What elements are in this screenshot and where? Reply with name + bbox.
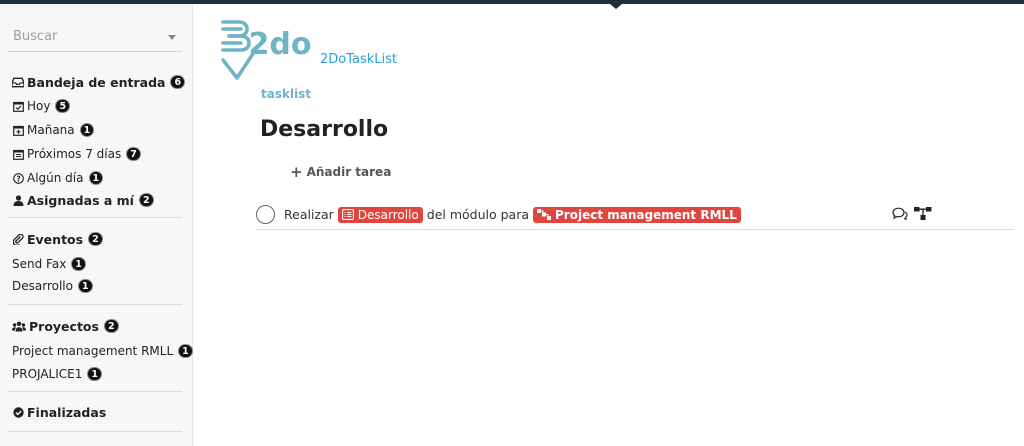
app-logo[interactable]: 2do tasklist	[220, 18, 312, 102]
count-badge: 1	[178, 344, 193, 358]
list-icon	[341, 209, 354, 220]
event-tag[interactable]: Desarrollo	[337, 206, 423, 223]
logo-mark-2: 2do	[249, 27, 312, 62]
count-badge: 1	[79, 123, 95, 137]
sidebar-item-someday[interactable]: ? Algún día 1	[12, 169, 104, 187]
search-input[interactable]	[13, 29, 163, 44]
plus-icon: +	[290, 163, 303, 181]
task-row[interactable]: Realizar Desarrollo del módulo para Proj…	[255, 200, 1014, 230]
chevron-down-icon[interactable]	[168, 35, 176, 40]
calendar-icon	[12, 148, 24, 160]
question-circle-icon: ?	[12, 172, 24, 184]
project-tag-label: Project management RMLL	[555, 207, 737, 222]
sidebar-item-label: Send Fax	[12, 257, 67, 271]
page-title: Desarrollo	[260, 117, 389, 142]
sidebar-item-inbox[interactable]: Bandeja de entrada 6	[12, 73, 186, 91]
sitemap-icon	[537, 209, 552, 220]
sidebar-item-tomorrow[interactable]: Mañana 1	[12, 121, 95, 139]
sidebar-item-label: Próximos 7 días	[27, 147, 122, 161]
count-badge: 5	[55, 99, 71, 113]
add-task-label: Añadir tarea	[306, 165, 392, 179]
sidebar-item-event-desarrollo[interactable]: Desarrollo 1	[12, 277, 93, 295]
task-complete-checkbox[interactable]	[256, 205, 275, 224]
calendar-check-icon	[12, 100, 24, 112]
top-bar-notch	[610, 4, 622, 9]
count-badge: 1	[77, 279, 93, 293]
sidebar-item-label: Eventos	[27, 231, 84, 247]
event-tag-label: Desarrollo	[357, 207, 419, 222]
task-text-middle: del módulo para	[426, 207, 530, 222]
sidebar-item-label: Algún día	[27, 171, 84, 185]
add-task-button[interactable]: + Añadir tarea	[290, 163, 392, 181]
task-actions	[892, 207, 932, 220]
divider	[8, 391, 182, 392]
sitemap-icon[interactable]	[914, 207, 932, 220]
count-badge: 2	[138, 193, 154, 207]
comments-icon[interactable]	[892, 207, 908, 220]
sidebar-item-label: Hoy	[27, 99, 51, 113]
divider	[8, 217, 182, 218]
sidebar-item-label: Proyectos	[29, 318, 99, 334]
count-badge: 2	[88, 232, 103, 246]
project-tag[interactable]: Project management RMLL	[533, 206, 741, 223]
sidebar-item-events[interactable]: Eventos 2	[12, 230, 103, 248]
sidebar-item-label: Asignadas a mí	[27, 192, 134, 208]
count-badge: 1	[87, 367, 103, 381]
count-badge: 1	[88, 171, 104, 185]
sidebar-item-label: Finalizadas	[27, 404, 107, 420]
sidebar-item-project-projalice1[interactable]: PROJALICE1 1	[12, 365, 103, 383]
count-badge: 1	[71, 257, 86, 271]
sidebar-item-label: Bandeja de entrada	[27, 74, 166, 90]
search-box[interactable]	[8, 22, 182, 52]
count-badge: 2	[103, 319, 119, 333]
task-text-prefix: Realizar	[284, 207, 334, 222]
paperclip-icon	[12, 233, 24, 245]
divider	[8, 431, 182, 432]
sidebar-item-next-7-days[interactable]: Próximos 7 días 7	[12, 145, 141, 163]
inbox-icon	[12, 76, 24, 88]
sidebar-item-label: Project management RMLL	[12, 344, 174, 358]
count-badge: 6	[170, 75, 186, 89]
svg-text:?: ?	[16, 174, 20, 183]
calendar-plus-icon	[12, 124, 24, 136]
divider	[8, 304, 182, 305]
sidebar-item-assigned-to-me[interactable]: Asignadas a mí 2	[12, 191, 154, 209]
sidebar-item-event-send-fax[interactable]: Send Fax 1	[12, 255, 86, 273]
logo-mark-tasklist: tasklist	[261, 87, 311, 101]
sidebar-item-projects[interactable]: Proyectos 2	[12, 317, 119, 335]
count-badge: 7	[126, 147, 141, 161]
sidebar-item-finished[interactable]: Finalizadas	[12, 403, 106, 421]
sidebar: Bandeja de entrada 6 Hoy 5 Mañana 1 Próx…	[0, 4, 193, 446]
app-name-link[interactable]: 2DoTaskList	[320, 52, 397, 67]
sidebar-item-label: Mañana	[27, 123, 75, 137]
user-icon	[12, 194, 24, 206]
sidebar-item-project-rmll[interactable]: Project management RMLL 1	[12, 342, 193, 360]
sidebar-item-label: Desarrollo	[12, 279, 73, 293]
sidebar-item-today[interactable]: Hoy 5	[12, 97, 71, 115]
sidebar-item-label: PROJALICE1	[12, 367, 83, 381]
users-icon	[12, 320, 26, 332]
check-circle-icon	[12, 406, 24, 418]
